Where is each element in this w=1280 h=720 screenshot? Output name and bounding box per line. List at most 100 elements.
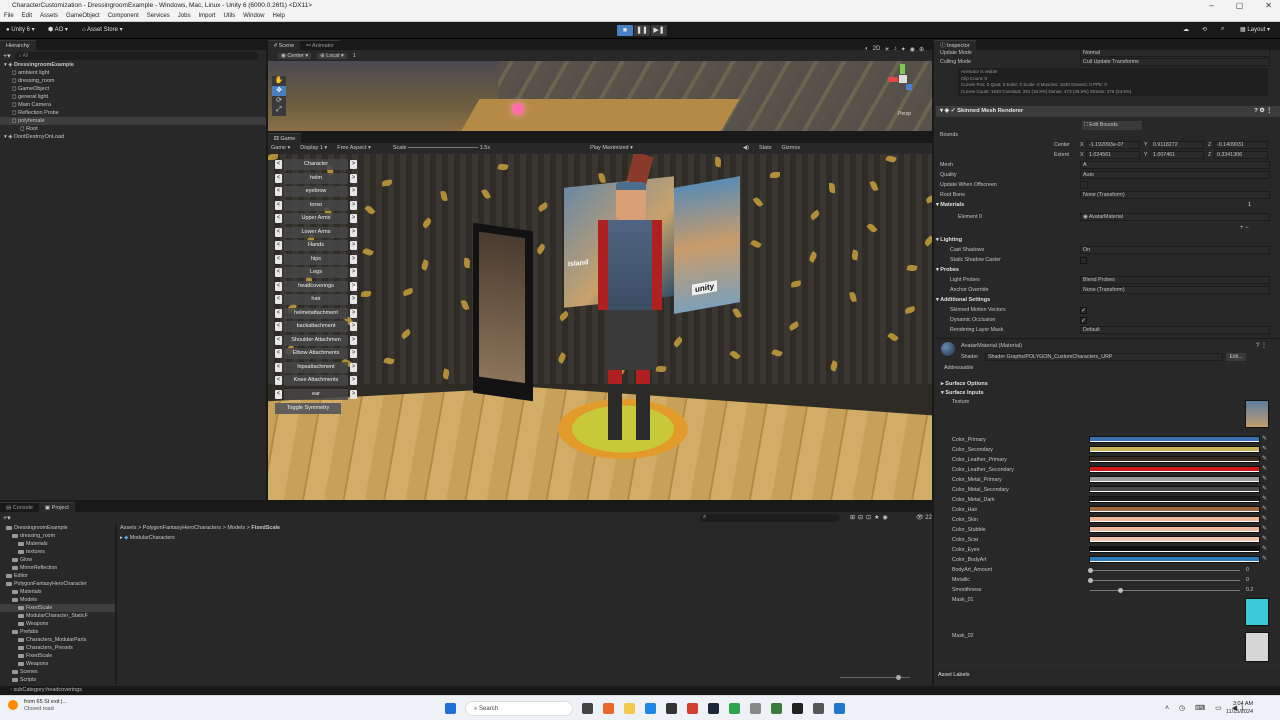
hierarchy-row[interactable]: ◻ Reflection Probe [0, 109, 266, 117]
history-icon[interactable]: ⟲ [1202, 26, 1207, 33]
surface-options-header[interactable]: ▸ Surface Options [941, 380, 988, 389]
color-swatch[interactable] [1089, 516, 1260, 523]
surface-inputs-header[interactable]: ▾ Surface Inputs [941, 389, 984, 398]
splitter[interactable] [115, 524, 117, 684]
project-tree-item[interactable]: DressingroomExample [0, 524, 115, 532]
skinned-mesh-header[interactable]: ▾ ◈ ✓ Skinned Mesh Renderer? ⚙ ⋮ [936, 106, 1280, 117]
motion-vectors-checkbox[interactable]: ✓ [1080, 307, 1087, 314]
cast-shadows-dropdown[interactable]: On [1080, 246, 1270, 254]
prev-arrow-button[interactable]: < [275, 160, 282, 169]
material-menu-icon[interactable]: ? ⋮ [1256, 342, 1267, 349]
pivot-dropdown[interactable]: ◉ Center ▾ [278, 52, 312, 59]
maximize-icon[interactable]: ▢ [1236, 0, 1244, 11]
extent-z-field[interactable]: 0.3341306 [1214, 151, 1268, 159]
slider-knob[interactable] [1088, 568, 1093, 573]
display-dropdown[interactable]: Display 1 ▾ [300, 145, 327, 151]
cloud-icon[interactable]: ☁ [1183, 26, 1189, 33]
menu-edit[interactable]: Edit [22, 11, 32, 21]
unity-hub-icon[interactable] [792, 703, 803, 714]
clock[interactable]: 3:04 AM 11/15/2024 [1226, 700, 1253, 716]
next-arrow-button[interactable]: > [350, 362, 357, 372]
search-icon[interactable]: ⌕ [1221, 26, 1224, 33]
task-view-icon[interactable] [582, 703, 593, 714]
chrome-icon[interactable] [729, 703, 740, 714]
grid-snap-value[interactable]: 1 [353, 53, 356, 59]
play-mode-dropdown[interactable]: Play Maximized ▾ [590, 145, 633, 151]
weather-widget[interactable]: from 65 St exit |... Closed road [24, 699, 67, 713]
project-tree-item[interactable]: Characters_ModularParts [0, 636, 115, 644]
hierarchy-row[interactable]: ◻ dressing_room [0, 77, 266, 85]
category-button[interactable]: hips [284, 253, 348, 265]
asset-labels-bar[interactable]: Asset Labels [936, 670, 1280, 680]
slider-track[interactable] [1090, 590, 1240, 591]
step-button[interactable]: ▶❚ [651, 25, 667, 36]
menu-file[interactable]: File [4, 11, 14, 21]
color-swatch[interactable] [1089, 446, 1260, 453]
center-x-field[interactable]: -1.192093e-07 [1086, 141, 1140, 149]
category-button[interactable]: Upper Arms [284, 213, 348, 224]
gizmos-icon[interactable]: ⊕ [919, 46, 924, 55]
project-filter-icons[interactable]: ⊞⊟⊡★◉ [850, 514, 891, 521]
prev-arrow-button[interactable]: < [275, 281, 282, 291]
prev-arrow-button[interactable]: < [275, 254, 282, 264]
project-tree-item[interactable]: Editor [0, 572, 115, 580]
project-tree-item[interactable]: Models [0, 596, 115, 604]
tab-console[interactable]: ▤ Console [0, 502, 39, 512]
project-tree-item[interactable]: Scenes [0, 668, 115, 676]
next-arrow-button[interactable]: > [350, 376, 357, 385]
color-swatch[interactable] [1089, 536, 1260, 543]
slider-knob[interactable] [1118, 588, 1123, 593]
fx-icon[interactable]: ✦ [901, 46, 906, 55]
icon-size-slider[interactable] [840, 675, 910, 680]
eyedropper-icon[interactable]: ✎ [1262, 506, 1268, 513]
view-gizmo[interactable] [888, 64, 918, 94]
breadcrumb-assets[interactable]: Assets [120, 525, 137, 531]
eyedropper-icon[interactable]: ✎ [1262, 526, 1268, 533]
toggle-symmetry-button[interactable]: Toggle Symmetry [275, 403, 341, 414]
field-value[interactable]: None (Transform) [1080, 191, 1270, 199]
menu-jobs[interactable]: Jobs [178, 11, 191, 21]
category-button[interactable]: Lower Arms [284, 226, 348, 238]
breadcrumb-fixedscale[interactable]: FixedScale [251, 525, 280, 531]
prev-arrow-button[interactable]: < [275, 376, 282, 385]
project-tree-item[interactable]: Materials [0, 540, 115, 548]
category-button[interactable]: headcoverings [284, 280, 348, 292]
add-remove-material[interactable]: + − [1240, 225, 1249, 231]
app-icon[interactable] [687, 703, 698, 714]
project-tree-item[interactable]: Glow [0, 556, 115, 564]
ao-button[interactable]: ⬢ AO ▾ [48, 26, 68, 33]
breadcrumb-models[interactable]: Models [227, 525, 245, 531]
slider-knob[interactable] [1088, 578, 1093, 583]
color-swatch[interactable] [1089, 496, 1260, 503]
menu-import[interactable]: Import [198, 11, 215, 21]
eyedropper-icon[interactable]: ✎ [1262, 486, 1268, 493]
next-arrow-button[interactable]: > [350, 349, 357, 358]
component-enabled-checkbox[interactable]: ✓ [951, 108, 956, 114]
play-button[interactable]: ■ [617, 25, 633, 36]
shader-dropdown[interactable]: Shader Graphs/POLYGON_CustomCharacters_U… [985, 353, 1223, 361]
element-material-field[interactable]: ◉ AvatarMaterial [1080, 213, 1270, 221]
color-swatch[interactable] [1089, 456, 1260, 463]
category-button[interactable]: eyebrow [284, 186, 348, 197]
prev-arrow-button[interactable]: < [275, 214, 282, 223]
dynamic-occlusion-checkbox[interactable]: ✓ [1080, 317, 1087, 324]
eyedropper-icon[interactable]: ✎ [1262, 546, 1268, 553]
eyedropper-icon[interactable]: ✎ [1262, 436, 1268, 443]
project-tree-item[interactable]: Weapons [0, 620, 115, 628]
shader-edit-button[interactable]: Edit... [1226, 353, 1246, 361]
next-arrow-button[interactable]: > [350, 335, 357, 345]
layout-dropdown[interactable]: ▦ Layout ▾ [1240, 26, 1270, 33]
category-button[interactable]: Elbow Attachments [284, 348, 348, 359]
weather-icon[interactable] [8, 700, 18, 710]
2d-toggle-icon[interactable]: 2D [873, 46, 881, 55]
scene-viewport[interactable]: ✋ ✥ ⟳ ⤢ Persp [268, 61, 932, 131]
category-button[interactable]: torso [284, 199, 348, 211]
start-icon[interactable] [445, 703, 456, 714]
move-tool-icon[interactable]: ✥ [272, 86, 286, 96]
menu-services[interactable]: Services [147, 11, 170, 21]
next-arrow-button[interactable]: > [350, 200, 357, 210]
next-arrow-button[interactable]: > [350, 227, 357, 237]
tab-scene[interactable]: # Scene [268, 40, 301, 50]
draw-mode-icon[interactable]: ◐ [865, 46, 869, 55]
unity-editor-icon[interactable] [813, 703, 824, 714]
